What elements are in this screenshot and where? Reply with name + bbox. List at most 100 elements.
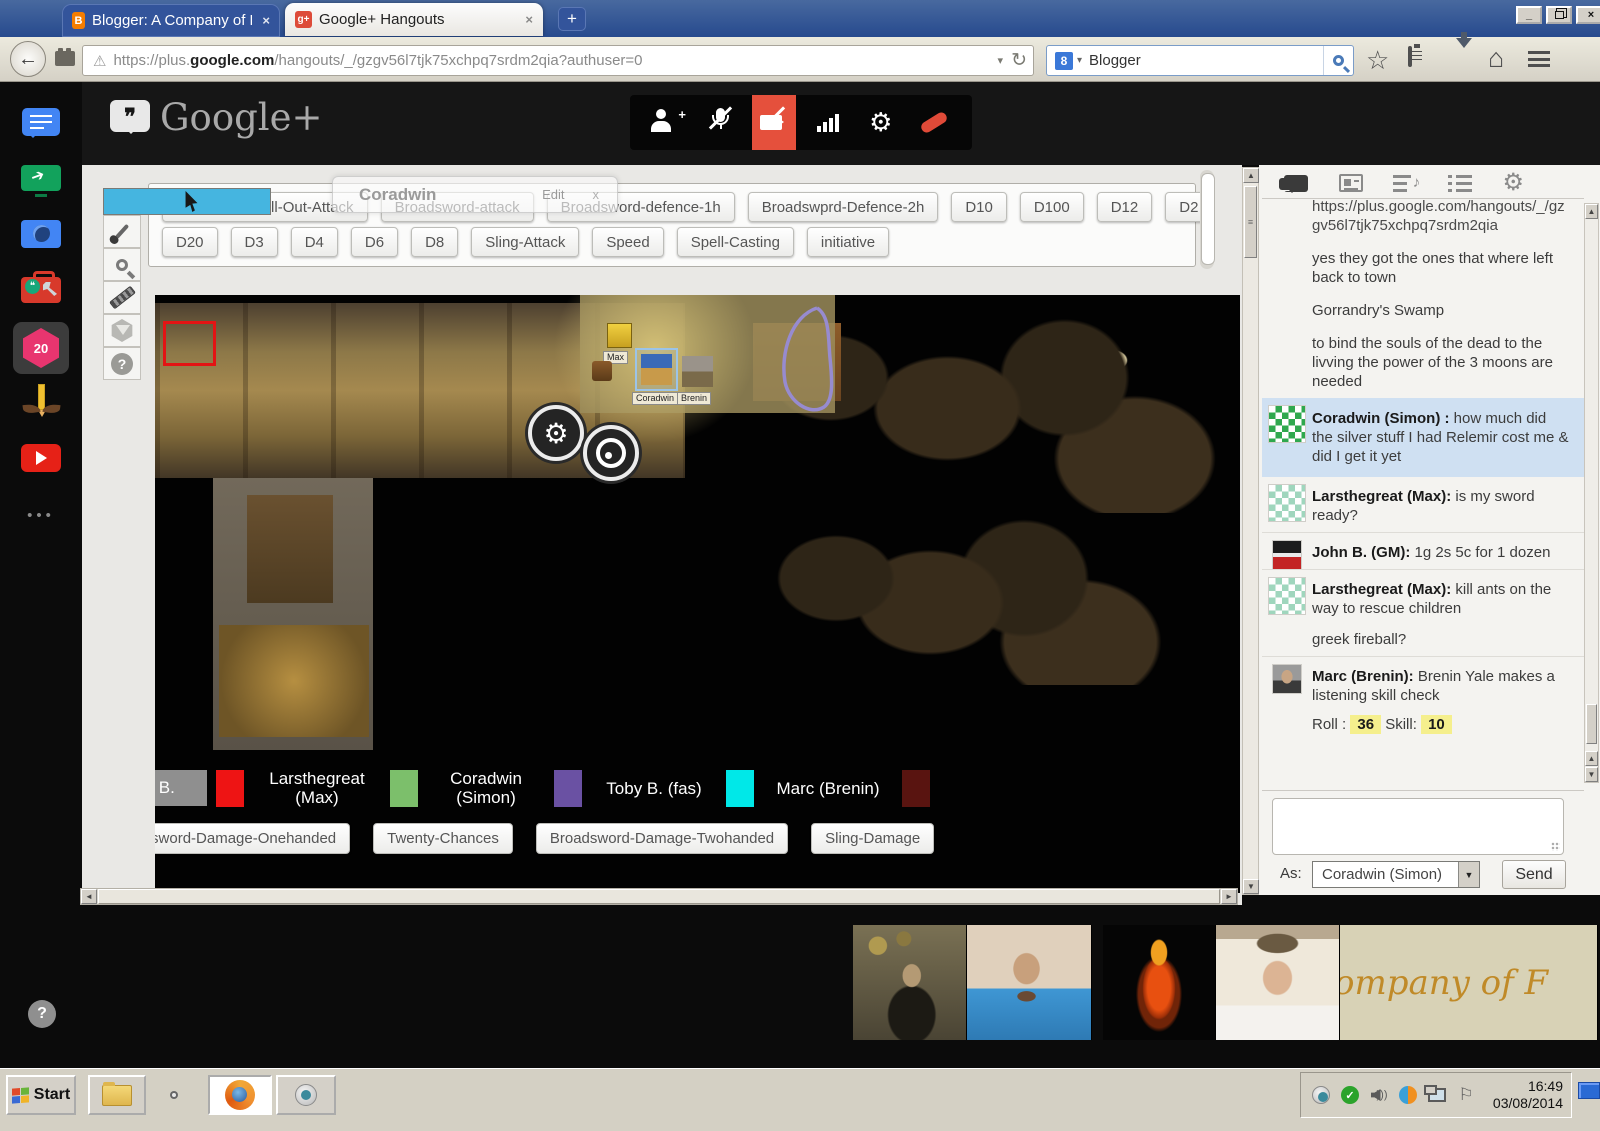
panel-vertical-scrollbar[interactable]: ▲ ≡ ▼	[1242, 167, 1259, 895]
participant-video-hat[interactable]	[1216, 925, 1340, 1040]
add-person-button[interactable]: +	[646, 95, 690, 150]
playlist-icon[interactable]	[1393, 174, 1420, 192]
firefox-button[interactable]	[208, 1075, 272, 1115]
taskbar-clock[interactable]: 16:49 03/08/2014	[1493, 1078, 1563, 1112]
tool-select-cursor[interactable]	[103, 188, 271, 215]
sidebar-item-chat[interactable]	[20, 104, 62, 140]
map-settings-button[interactable]: ⚙	[528, 405, 584, 461]
macro-button[interactable]: D6	[350, 227, 399, 257]
scroll-down-icon[interactable]: ▼	[1585, 767, 1598, 782]
participant-avatar-fire[interactable]	[1103, 925, 1216, 1040]
settings-button[interactable]: ⚙	[859, 95, 903, 150]
scrollbar-thumb[interactable]: ≡	[1244, 186, 1257, 258]
legend-swatch[interactable]	[390, 769, 418, 807]
webcam-button[interactable]	[276, 1075, 336, 1115]
url-dropdown-icon[interactable]: ▾	[998, 54, 1004, 67]
map-horizontal-scrollbar[interactable]: ◄ ►	[80, 888, 1238, 905]
token-popup-close-icon[interactable]: x	[593, 187, 600, 202]
macro-button[interactable]: Sling-Damage	[811, 823, 935, 854]
macro-scrollbar[interactable]	[1200, 170, 1215, 269]
scroll-right-icon[interactable]: ►	[1221, 889, 1237, 904]
macro-button[interactable]: D12	[1096, 192, 1153, 222]
chat-input[interactable]	[1272, 798, 1564, 855]
macro-button[interactable]: initiative	[806, 227, 890, 257]
list-icon[interactable]	[1447, 174, 1472, 192]
reload-icon[interactable]: ↻	[1011, 49, 1027, 72]
scrollbar-thumb[interactable]	[1586, 704, 1597, 744]
bookmark-star-icon[interactable]: ☆	[1366, 47, 1389, 73]
mute-microphone-button[interactable]	[699, 95, 743, 150]
macro-button[interactable]: Spell-Casting	[676, 227, 794, 257]
participant-video-1[interactable]	[853, 925, 967, 1040]
macro-button[interactable]: Speed	[592, 227, 664, 257]
sidebar-item-dice-roller[interactable]: 20	[13, 322, 69, 374]
display-tray-icon[interactable]	[1578, 1082, 1600, 1099]
close-button[interactable]: ×	[1576, 6, 1600, 24]
macro-button[interactable]: D4	[290, 227, 338, 257]
explorer-button[interactable]	[88, 1075, 146, 1115]
hang-up-button[interactable]	[912, 95, 956, 150]
webcam-view-button[interactable]	[583, 425, 639, 481]
legend-swatch[interactable]	[902, 769, 930, 807]
sidebar-item-draw[interactable]	[20, 384, 62, 420]
participant-video-2[interactable]	[967, 925, 1092, 1040]
scrollbar-thumb[interactable]	[98, 889, 1220, 904]
search-engine-icon[interactable]: 8	[1055, 51, 1073, 70]
macro-button[interactable]: D8	[411, 227, 459, 257]
scroll-up-icon[interactable]: ▲	[1243, 168, 1259, 183]
macro-button[interactable]: D20	[162, 227, 218, 257]
tool-help[interactable]: ?	[103, 347, 141, 380]
browser-tab-hangouts[interactable]: g+ Google+ Hangouts ×	[285, 3, 543, 36]
token-brenin[interactable]	[682, 356, 713, 387]
macro-button[interactable]: Broadsword-Damage-Onehanded	[155, 823, 351, 854]
legend-swatch[interactable]	[216, 769, 244, 807]
clipboard-icon[interactable]	[1408, 46, 1412, 67]
minimize-button[interactable]: _	[1516, 6, 1542, 24]
network-icon[interactable]	[1424, 1085, 1447, 1105]
chat-messages[interactable]: https://plus.google.com/hangouts/_/gzgv5…	[1262, 199, 1584, 783]
brick-icon[interactable]	[55, 48, 75, 66]
macro-button[interactable]: D100	[1019, 192, 1084, 222]
macro-button[interactable]: Twenty-Chances	[373, 823, 513, 854]
macro-button[interactable]: D3	[230, 227, 278, 257]
token-edit-button[interactable]: Edit	[542, 187, 564, 202]
back-button[interactable]: ←	[10, 41, 46, 77]
chat-scrollbar[interactable]: ▲ ▲ ▼	[1584, 203, 1599, 783]
start-button[interactable]: Start	[6, 1075, 76, 1115]
tool-paint-brush[interactable]	[103, 215, 141, 248]
site-identity-icon[interactable]: ⚠	[93, 52, 106, 70]
gear-icon[interactable]: ⚙	[1502, 171, 1524, 195]
speak-as-select[interactable]: Coradwin (Simon) ▼	[1312, 861, 1480, 888]
sidebar-item-youtube[interactable]	[20, 440, 62, 476]
macro-button[interactable]: Broadswprd-Defence-2h	[747, 192, 939, 222]
token-max[interactable]	[607, 323, 632, 348]
volume-icon[interactable]: )))	[1369, 1085, 1389, 1105]
tool-zoom[interactable]	[103, 248, 141, 281]
search-input[interactable]: 8 ▾ Blogger	[1046, 45, 1354, 76]
new-tab-button[interactable]: +	[558, 7, 586, 31]
usb-icon[interactable]: ✓	[1340, 1085, 1360, 1105]
campaign-banner[interactable]: ompany of F	[1340, 925, 1598, 1040]
browser-tab-blogger[interactable]: B Blogger: A Company of Fools ... ×	[62, 4, 280, 37]
home-icon[interactable]: ⌂	[1488, 45, 1504, 72]
webcam-tray-icon[interactable]	[1311, 1085, 1331, 1105]
restore-button[interactable]	[1546, 6, 1572, 24]
scroll-up-icon[interactable]: ▲	[1585, 751, 1598, 766]
avast-tray-icon[interactable]	[1398, 1085, 1418, 1105]
legend-swatch[interactable]	[726, 769, 754, 807]
scroll-left-icon[interactable]: ◄	[81, 889, 97, 904]
sidebar-item-toolbox[interactable]	[20, 271, 62, 308]
send-button[interactable]: Send	[1502, 860, 1566, 889]
battle-map[interactable]: Max Coradwin Brenin ⚙ John B. Larsthegre…	[155, 295, 1240, 893]
tab-close-icon[interactable]: ×	[515, 12, 533, 27]
flag-icon[interactable]: ⚐	[1456, 1085, 1476, 1105]
token-creature[interactable]	[592, 361, 612, 381]
tool-dice[interactable]	[103, 314, 141, 347]
notes-icon[interactable]	[1338, 174, 1363, 192]
macro-button[interactable]: Broadsword-Damage-Twohanded	[535, 823, 789, 854]
search-engine-dropdown-icon[interactable]: ▾	[1077, 55, 1082, 66]
sidebar-item-more[interactable]: •••	[20, 497, 62, 533]
chat-icon[interactable]	[1279, 174, 1308, 193]
scroll-up-icon[interactable]: ▲	[1585, 204, 1598, 219]
url-bar[interactable]: ⚠ https://plus.google.com/hangouts/_/gzg…	[82, 45, 1034, 76]
